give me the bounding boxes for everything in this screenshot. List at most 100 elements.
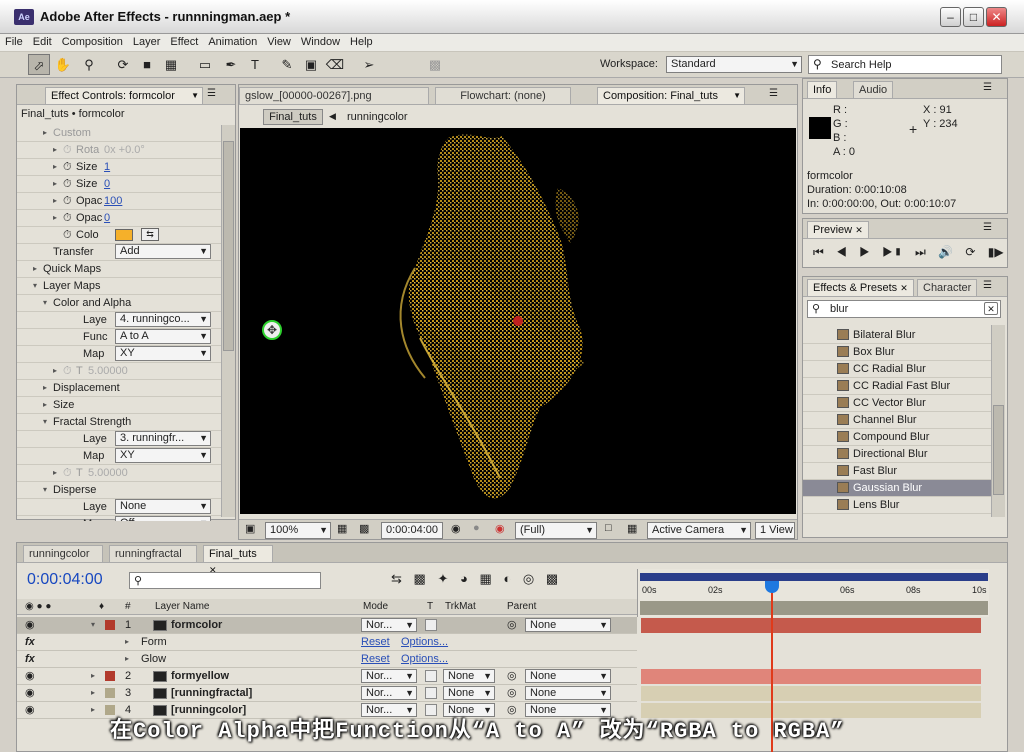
effects-scrollbar[interactable] (991, 325, 1005, 517)
collapsed-triangle-icon[interactable]: ▸ (43, 397, 47, 413)
last-frame-icon[interactable]: ⏭ (915, 245, 926, 259)
workspace-dropdown[interactable]: Standard ▼ (666, 56, 802, 73)
tab-runningfractal[interactable]: runningfractal (109, 545, 197, 562)
stopwatch-icon[interactable]: ⏱ (63, 193, 72, 209)
effect-property-row[interactable]: ▸ ⏱ Size 1 (17, 159, 221, 176)
options-link[interactable]: Options... (401, 651, 448, 667)
layer-name-header[interactable]: Layer Name (155, 599, 209, 614)
effect-list-item[interactable]: Channel Blur (803, 412, 991, 429)
effect-property-row[interactable]: ▾ Color and Alpha (17, 295, 221, 312)
clone-stamp-tool-icon[interactable]: ▣ (300, 54, 322, 75)
track-matte-dropdown[interactable]: None ▼ (443, 669, 495, 683)
magnification-dropdown[interactable]: 100% ▼ (265, 522, 331, 539)
effect-property-row[interactable]: ▾ Disperse (17, 482, 221, 499)
menu-file[interactable]: File (0, 34, 28, 48)
effect-property-value[interactable]: 5.00000 (88, 363, 128, 379)
brainstorm-icon[interactable]: ◎ (523, 571, 534, 586)
collapsed-triangle-icon[interactable]: ▸ (53, 210, 57, 226)
fx-icon[interactable]: fx (25, 634, 35, 650)
collapsed-triangle-icon[interactable]: ▸ (91, 685, 95, 701)
clear-search-icon[interactable]: ✕ (984, 302, 998, 315)
channel-icon[interactable]: ◉ (495, 522, 505, 535)
panel-menu-icon[interactable]: ☰ (983, 82, 992, 93)
layer-row[interactable]: ◉ ▾ 1 formcolor Nor... ▼ ◎ None ▼ (17, 617, 637, 634)
tab-audio[interactable]: Audio (853, 81, 894, 98)
effect-property-row[interactable]: ▸ Displacement (17, 380, 221, 397)
effect-row[interactable]: fx ▸ Glow Reset Options... (17, 651, 637, 668)
panel-menu-icon[interactable]: ☰ (769, 88, 778, 99)
effect-property-row[interactable]: Func A to A ▼ (17, 329, 221, 346)
pick-whip-icon[interactable]: ◎ (507, 668, 517, 684)
effect-property-row[interactable]: ▸ ⏱ Opac 0 (17, 210, 221, 227)
effect-property-row[interactable]: ▸ Size (17, 397, 221, 414)
effect-keyframe-track[interactable] (641, 635, 981, 650)
menu-help[interactable]: Help (345, 34, 378, 48)
maximize-button[interactable]: □ (963, 7, 984, 27)
tab-preview[interactable]: Preview ✕ (807, 221, 869, 238)
effect-property-value[interactable]: 1 (104, 159, 110, 175)
preserve-transparency-checkbox[interactable] (425, 670, 437, 682)
collapsed-triangle-icon[interactable]: ▸ (125, 651, 129, 667)
graph-editor-icon[interactable]: ▩ (546, 571, 558, 586)
effect-property-row[interactable]: ▸ ⏱ Opac 100 (17, 193, 221, 210)
options-link[interactable]: Options... (401, 634, 448, 650)
expanded-triangle-icon[interactable]: ▾ (33, 278, 37, 294)
scroll-thumb[interactable] (223, 141, 234, 351)
stopwatch-icon[interactable]: ⏱ (63, 465, 72, 481)
menu-view[interactable]: View (262, 34, 296, 48)
work-area-bar[interactable] (640, 573, 988, 581)
effect-property-row[interactable]: ▸ ⏱ T 5.00000 (17, 363, 221, 380)
effect-property-row[interactable]: Map XY ▼ (17, 448, 221, 465)
fx-icon[interactable]: fx (25, 651, 35, 667)
frame-blending-icon[interactable]: ▦ (479, 571, 491, 586)
audio-icon[interactable]: 🔊 (938, 245, 953, 259)
effect-list-item[interactable]: Box Blur (803, 344, 991, 361)
menu-animation[interactable]: Animation (203, 34, 262, 48)
live-update-icon[interactable]: ▩ (414, 571, 426, 586)
effect-property-dropdown[interactable]: 4. runningco... ▼ (115, 312, 211, 327)
effect-property-dropdown[interactable]: A to A ▼ (115, 329, 211, 344)
effect-list-item[interactable]: Lens Blur (803, 497, 991, 514)
snapshot-icon[interactable]: ◉ (451, 522, 461, 535)
label-color-swatch[interactable] (105, 671, 115, 681)
scroll-thumb[interactable] (993, 405, 1004, 495)
transparency-grid-icon[interactable]: ▦ (627, 522, 637, 535)
stopwatch-icon[interactable]: ⏱ (63, 176, 72, 192)
collapsed-triangle-icon[interactable]: ▸ (53, 465, 57, 481)
effect-property-row[interactable]: ▾ Layer Maps (17, 278, 221, 295)
layer-name[interactable]: formcolor (171, 617, 222, 633)
effect-list-item[interactable]: Directional Blur (803, 446, 991, 463)
effect-property-value[interactable]: 0x +0.0° (104, 142, 145, 158)
panel-menu-icon[interactable]: ☰ (983, 222, 992, 233)
selection-tool-icon[interactable]: ⬀ (28, 54, 50, 75)
tab-flowchart[interactable]: Flowchart: (none) (435, 87, 571, 104)
effect-property-row[interactable]: ▾ Fractal Strength (17, 414, 221, 431)
effect-property-value[interactable]: 0 (104, 176, 110, 192)
time-navigator[interactable] (640, 601, 988, 615)
expanded-triangle-icon[interactable]: ▾ (43, 414, 47, 430)
label-color-swatch[interactable] (105, 688, 115, 698)
stopwatch-icon[interactable]: ⏱ (63, 363, 72, 379)
collapsed-triangle-icon[interactable]: ▸ (53, 142, 57, 158)
panel-menu-icon[interactable]: ☰ (207, 88, 216, 99)
collapsed-triangle-icon[interactable]: ▸ (53, 159, 57, 175)
effect-property-dropdown[interactable]: XY ▼ (115, 448, 211, 463)
collapsed-triangle-icon[interactable]: ▸ (91, 668, 95, 684)
ram-preview-icon[interactable]: ▮▶ (988, 245, 1004, 259)
expanded-triangle-icon[interactable]: ▾ (43, 295, 47, 311)
effect-property-row[interactable]: Transfer Add ▼ (17, 244, 221, 261)
preserve-transparency-checkbox[interactable] (425, 619, 437, 631)
effect-keyframe-track[interactable] (641, 652, 981, 667)
collapsed-triangle-icon[interactable]: ▸ (53, 176, 57, 192)
motion-blur-icon[interactable]: ◐ (503, 571, 511, 586)
layer-row[interactable]: ◉ ▸ 3 [runningfractal] Nor... ▼ None ▼ ◎ None ▼ (17, 685, 637, 702)
stopwatch-icon[interactable]: ⏱ (63, 142, 72, 158)
expanded-triangle-icon[interactable]: ▾ (43, 482, 47, 498)
search-help-input[interactable]: ⚲ Search Help (808, 55, 1002, 74)
layer-search-input[interactable]: ⚲ (129, 572, 321, 589)
rectangle-tool-icon[interactable]: ▭ (194, 54, 216, 75)
effect-property-row[interactable]: ⏱ Colo ⇆ (17, 227, 221, 244)
effect-property-row[interactable]: Laye 3. runningfr... ▼ (17, 431, 221, 448)
visibility-eye-icon[interactable]: ◉ (25, 668, 35, 684)
panel-menu-icon[interactable]: ☰ (983, 280, 992, 291)
